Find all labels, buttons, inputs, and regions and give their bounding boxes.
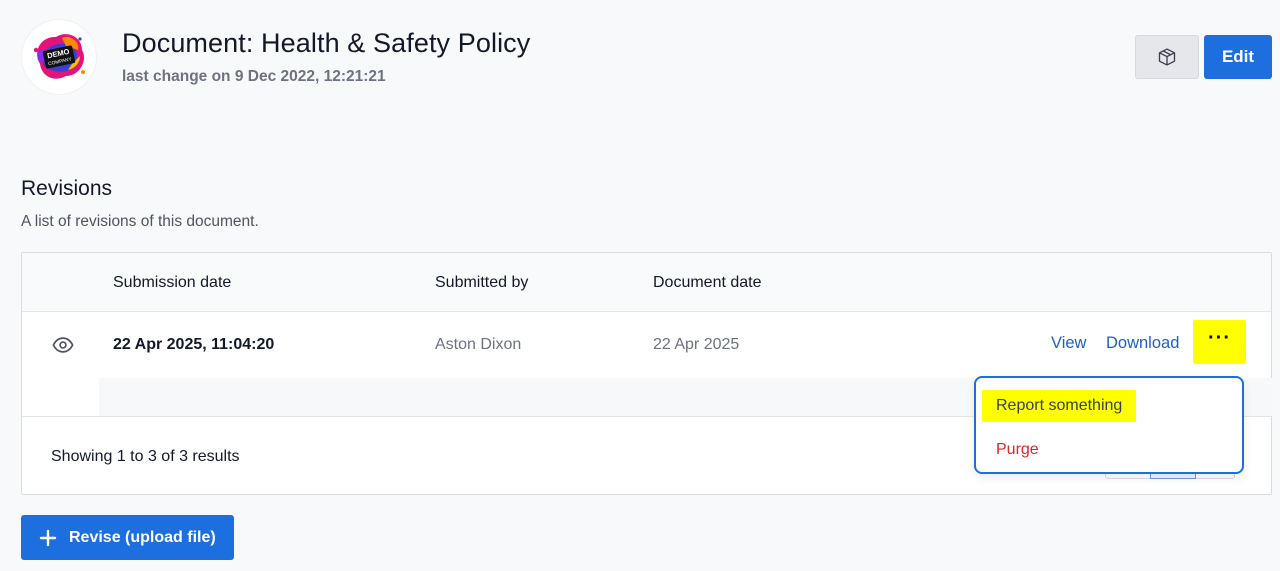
page-header: DEMO COMPANY Document: Health & Safety P… <box>0 0 1280 120</box>
submitted-by-cell: Aston Dixon <box>435 336 522 353</box>
page-title: Document: Health & Safety Policy <box>122 28 531 58</box>
menu-item-report-something[interactable]: Report something <box>982 390 1137 422</box>
table-header: Submission date Submitted by Document da… <box>22 253 1271 312</box>
revise-upload-button[interactable]: Revise (upload file) <box>21 515 234 560</box>
edit-button[interactable]: Edit <box>1204 35 1272 79</box>
cube-button[interactable] <box>1135 35 1199 79</box>
revise-upload-label: Revise (upload file) <box>69 528 216 546</box>
download-link[interactable]: Download <box>1106 334 1179 353</box>
view-link[interactable]: View <box>1051 334 1086 353</box>
ellipsis-icon: ··· <box>1208 327 1231 349</box>
document-date-cell: 22 Apr 2025 <box>653 336 740 353</box>
last-change-text: last change on 9 Dec 2022, 12:21:21 <box>122 68 386 85</box>
more-actions-dropdown: Report something Purge <box>974 376 1244 474</box>
table-row: 22 Apr 2025, 11:04:20 Aston Dixon 22 Apr… <box>22 312 1271 378</box>
submission-date-cell: 22 Apr 2025, 11:04:20 <box>113 336 275 353</box>
more-actions-button[interactable]: ··· <box>1193 320 1246 364</box>
column-submitted-by: Submitted by <box>435 274 529 291</box>
demo-company-logo-icon: DEMO COMPANY <box>33 34 85 79</box>
eye-icon[interactable] <box>52 334 74 356</box>
column-submission-date: Submission date <box>113 274 232 291</box>
revisions-description: A list of revisions of this document. <box>21 213 259 230</box>
plus-icon <box>39 529 57 546</box>
company-logo: DEMO COMPANY <box>22 20 96 94</box>
column-document-date: Document date <box>653 274 762 291</box>
pagination-summary: Showing 1 to 3 of 3 results <box>51 448 240 465</box>
revisions-title: Revisions <box>21 177 113 200</box>
menu-item-purge[interactable]: Purge <box>982 434 1053 466</box>
cube-icon <box>1158 48 1176 66</box>
